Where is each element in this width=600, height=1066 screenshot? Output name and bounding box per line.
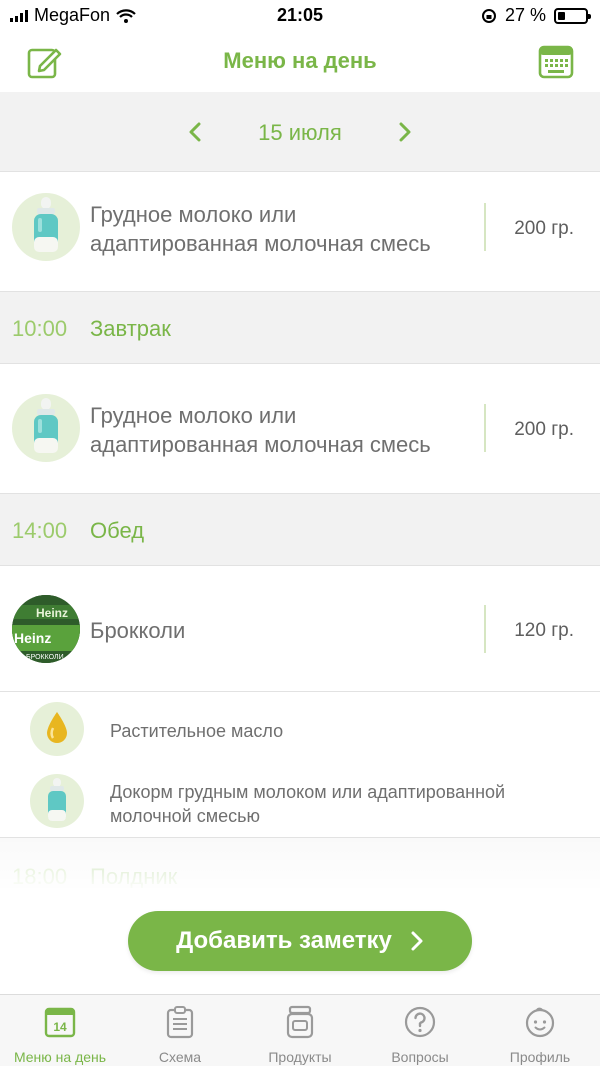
tab-questions[interactable]: Вопросы [360, 995, 480, 1066]
baby-face-icon [525, 1007, 555, 1038]
tab-menu-day[interactable]: 14 Меню на день [0, 995, 120, 1066]
oil-drop-icon [30, 702, 84, 756]
item-name-line: адаптированная молочная смесь [90, 432, 431, 457]
divider [484, 404, 486, 452]
jar-brand-text: Heinz [14, 630, 51, 646]
status-right: 27 % [481, 5, 591, 26]
ingredient-text-line: Растительное масло [110, 721, 284, 741]
battery-icon [554, 7, 591, 24]
item-name-line: адаптированная молочная смесь [90, 231, 431, 256]
meal-section-header: 10:00 Завтрак [0, 292, 600, 364]
divider [484, 605, 486, 653]
question-icon [404, 1006, 436, 1038]
list-item[interactable]: Грудное молоко или адаптированная молочн… [0, 172, 600, 292]
tab-label: Схема [158, 1049, 202, 1065]
calendar-day-number: 14 [53, 1020, 67, 1034]
item-amount: 200 гр. [514, 218, 574, 239]
jar-product-text: БРОККОЛИ [26, 654, 64, 661]
item-name-line: Грудное молоко или [90, 202, 297, 227]
orientation-lock-icon [481, 8, 496, 23]
clipboard-icon [166, 1006, 194, 1039]
baby-bottle-icon [12, 394, 80, 462]
baby-bottle-icon [12, 193, 80, 261]
ingredient-text-line: молочной смесью [110, 806, 260, 826]
add-note-area: Добавить заметку [0, 888, 600, 994]
page-title: Меню на день [223, 48, 377, 73]
next-day-button[interactable] [392, 120, 416, 144]
divider [484, 203, 486, 251]
tab-scheme[interactable]: Схема [120, 995, 240, 1066]
keyboard-icon [538, 45, 574, 79]
item-name: Грудное молоко или адаптированная молочн… [90, 401, 431, 459]
ingredient-item[interactable]: Растительное масло [0, 692, 600, 766]
add-note-label: Добавить заметку [176, 927, 392, 954]
jar-brand-text: Heinz [36, 606, 68, 620]
date-navigator: 15 июля [0, 92, 600, 172]
meal-label: Обед [90, 518, 145, 543]
meal-section-header: 18:00 Полдник [0, 838, 600, 889]
tab-products[interactable]: Продукты [240, 995, 360, 1066]
tab-bar: 14 Меню на день Схема Продукты Вопросы П… [0, 994, 600, 1066]
chevron-right-icon [411, 931, 423, 951]
status-bar: MegaFon 21:05 27 % [0, 0, 600, 32]
tab-profile[interactable]: Профиль [480, 995, 600, 1066]
tab-label: Профиль [509, 1049, 571, 1065]
meal-section-header: 14:00 Обед [0, 494, 600, 566]
list-item[interactable]: Грудное молоко или адаптированная молочн… [0, 364, 600, 494]
current-date: 15 июля [258, 120, 342, 145]
list-item[interactable]: Heinz Heinz БРОККОЛИ Брокколи 120 гр. [0, 566, 600, 692]
baby-bottle-icon [30, 774, 84, 828]
tab-label: Меню на день [13, 1049, 107, 1065]
navigation-bar: Меню на день [0, 32, 600, 92]
item-name: Грудное молоко или адаптированная молочн… [90, 200, 431, 258]
broccoli-jar-image: Heinz Heinz БРОККОЛИ [12, 595, 80, 663]
add-note-button[interactable]: Добавить заметку [128, 911, 472, 971]
meal-time: 10:00 [12, 316, 68, 341]
item-name: Брокколи [90, 618, 186, 643]
chevron-right-icon [399, 122, 411, 142]
meal-time: 14:00 [12, 518, 68, 543]
meal-time: 18:00 [12, 864, 68, 889]
jar-icon [286, 1005, 314, 1039]
ingredient-text: Растительное масло [110, 719, 283, 743]
ingredient-item[interactable]: Докорм грудным молоком или адаптированно… [0, 766, 600, 838]
keyboard-button[interactable] [538, 44, 574, 80]
item-name-line: Грудное молоко или [90, 403, 297, 428]
meal-label: Завтрак [90, 316, 171, 341]
ingredient-text-line: Докорм грудным молоком или адаптированно… [110, 782, 506, 802]
calendar-icon: 14 [44, 1007, 76, 1038]
ingredient-text: Докорм грудным молоком или адаптированно… [110, 780, 505, 828]
meal-label: Полдник [90, 864, 178, 889]
tab-label: Вопросы [391, 1049, 449, 1065]
tab-label: Продукты [268, 1049, 332, 1065]
item-amount: 200 гр. [514, 419, 574, 440]
item-amount: 120 гр. [514, 620, 574, 641]
battery-percent: 27 % [504, 5, 546, 25]
